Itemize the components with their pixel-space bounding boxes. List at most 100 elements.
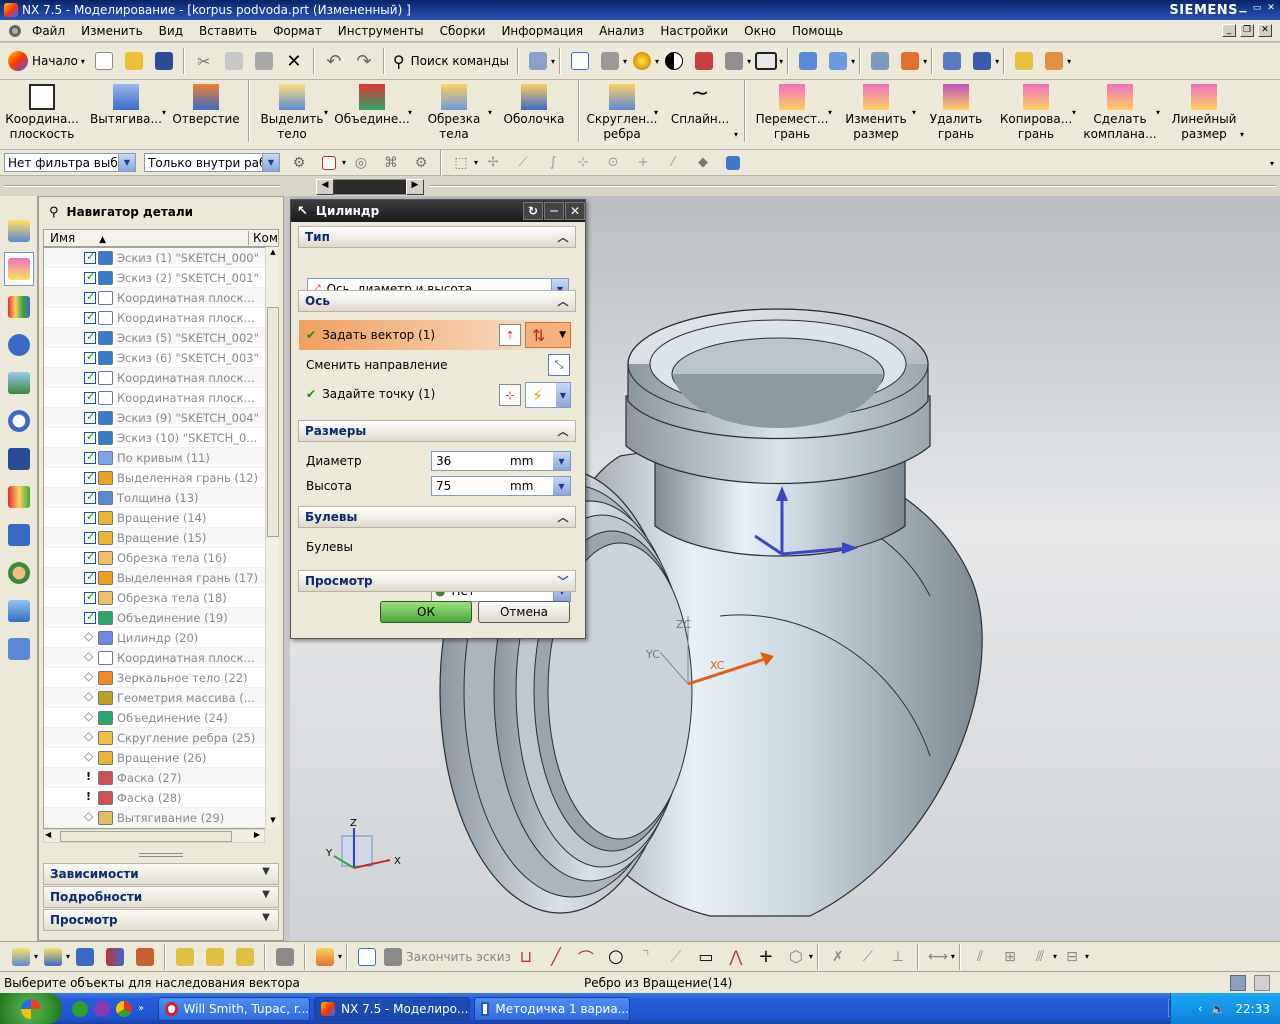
section-type[interactable]: Тип ︿ bbox=[298, 226, 576, 248]
fit-view-button[interactable] bbox=[567, 48, 593, 74]
scroll-right-button[interactable]: ▶ bbox=[406, 179, 424, 195]
tree-item[interactable]: Эскиз (9) "SKETCH_004" bbox=[44, 408, 278, 428]
tree-item[interactable]: Фаска (27) bbox=[44, 768, 278, 788]
menu-window[interactable]: Окно bbox=[736, 24, 784, 38]
snap-center-button[interactable]: ⊙ bbox=[600, 150, 626, 176]
make-corner-button[interactable]: ⊥ bbox=[885, 944, 911, 970]
make-coplanar-button[interactable]: Сделать комплана... ▾ bbox=[1078, 80, 1162, 146]
datum-plane-button[interactable]: Координа... плоскость bbox=[0, 80, 84, 146]
menu-preferences[interactable]: Настройки bbox=[652, 24, 736, 38]
quicklaunch-chrome-icon[interactable] bbox=[116, 1000, 132, 1017]
point-dialog-button[interactable]: ⊹ bbox=[499, 384, 521, 406]
delete-face-button[interactable]: Удалить грань bbox=[918, 80, 994, 146]
suppressed-state-icon[interactable] bbox=[84, 770, 96, 784]
visibility-checkbox[interactable] bbox=[84, 470, 96, 484]
tree-item[interactable]: Геометрия массива (... bbox=[44, 688, 278, 708]
tree-horizontal-scrollbar[interactable]: ◀ ▶ bbox=[43, 829, 265, 843]
column-comment[interactable]: Ком bbox=[249, 231, 278, 245]
collapse-icon[interactable]: ─ bbox=[544, 202, 564, 220]
status-info-icon[interactable] bbox=[1254, 975, 1270, 991]
tree-item[interactable]: Выделенная грань (12) bbox=[44, 468, 278, 488]
top-neck[interactable] bbox=[625, 308, 931, 557]
offset-button[interactable]: ⬡ bbox=[783, 944, 809, 970]
orient-view-button[interactable] bbox=[597, 48, 623, 74]
toolbar-overflow-icon[interactable]: ▾ bbox=[1270, 159, 1274, 168]
menu-help[interactable]: Помощь bbox=[784, 24, 851, 38]
visibility-checkbox[interactable] bbox=[84, 270, 96, 284]
wave-button[interactable] bbox=[72, 944, 98, 970]
height-field[interactable]: 75 mm ▼ bbox=[431, 476, 571, 496]
tree-item[interactable]: Фаска (28) bbox=[44, 788, 278, 808]
arc-button[interactable]: ⌒ bbox=[573, 944, 599, 970]
redo-button[interactable]: ↷ bbox=[351, 48, 377, 74]
tree-item[interactable]: Координатная плоск... bbox=[44, 368, 278, 388]
tree-item[interactable]: Эскиз (10) "SKETCH_0... bbox=[44, 428, 278, 448]
volume-icon[interactable]: 🔈 bbox=[1210, 1002, 1225, 1016]
section-preview-dlg[interactable]: Просмотр ﹀ bbox=[298, 570, 576, 592]
line-button[interactable]: ╱ bbox=[543, 944, 569, 970]
render-style-button[interactable] bbox=[629, 48, 655, 74]
menu-assemblies[interactable]: Сборки bbox=[432, 24, 494, 38]
linear-dim-button[interactable]: Линейный размер ▾ bbox=[1162, 80, 1246, 146]
snap-point-button[interactable] bbox=[316, 150, 342, 176]
tree-item[interactable]: Цилиндр (20) bbox=[44, 628, 278, 648]
suppressed-state-icon[interactable] bbox=[84, 790, 96, 804]
hole-button[interactable]: Отверстие bbox=[168, 80, 244, 146]
trim-body-button[interactable]: Обрезка тела ▾ bbox=[414, 80, 494, 146]
copy-face-button[interactable]: Копирова... грань ▾ bbox=[994, 80, 1078, 146]
dialog-pin-icon[interactable]: ↖ bbox=[297, 204, 308, 219]
system-materials-tab[interactable] bbox=[4, 442, 34, 476]
rectangle-button[interactable]: ▭ bbox=[693, 944, 719, 970]
tree-item[interactable]: Эскиз (6) "SKETCH_003" bbox=[44, 348, 278, 368]
filter-settings-button[interactable]: ⚙ bbox=[286, 150, 312, 176]
visibility-checkbox[interactable] bbox=[84, 430, 96, 444]
splitter-grip[interactable] bbox=[139, 853, 183, 857]
snap-mid-button[interactable]: ⊹ bbox=[570, 150, 596, 176]
snap-curve-button[interactable]: ∫ bbox=[540, 150, 566, 176]
chevron-down-icon[interactable]: ▼ bbox=[553, 477, 570, 495]
visibility-checkbox[interactable] bbox=[84, 490, 96, 504]
spline-button[interactable]: ∼ Сплайн... ▾ bbox=[660, 80, 740, 146]
snap-end-button[interactable]: ✢ bbox=[480, 150, 506, 176]
undo-button[interactable]: ↶ bbox=[321, 48, 347, 74]
reset-icon[interactable]: ↻ bbox=[523, 202, 543, 220]
measure-button[interactable] bbox=[1011, 48, 1037, 74]
quicklaunch-more-icon[interactable]: » bbox=[138, 1003, 144, 1014]
scope-filter-combo[interactable]: Только внутри рабо ▼ bbox=[144, 153, 280, 172]
history-tab[interactable] bbox=[4, 404, 34, 438]
constraints-button[interactable] bbox=[172, 944, 198, 970]
new-file-button[interactable] bbox=[91, 48, 117, 74]
suppressed-state-icon[interactable] bbox=[84, 629, 96, 644]
start-menu-button[interactable]: Начало ▾ bbox=[4, 47, 89, 75]
suppressed-state-icon[interactable] bbox=[84, 669, 96, 684]
section-axis[interactable]: Ось ︿ bbox=[298, 290, 576, 312]
reuse-library-tab[interactable] bbox=[4, 290, 34, 324]
palettes-tab[interactable] bbox=[4, 632, 34, 666]
copy-button[interactable] bbox=[221, 48, 247, 74]
point-button[interactable]: + bbox=[753, 944, 779, 970]
paste-button[interactable] bbox=[251, 48, 277, 74]
quicklaunch-torrent-icon[interactable] bbox=[72, 1000, 88, 1017]
start-button[interactable] bbox=[0, 993, 62, 1024]
cancel-button[interactable]: Отмена bbox=[478, 601, 570, 623]
clock[interactable]: 22:33 bbox=[1235, 1002, 1270, 1016]
select-info-button[interactable] bbox=[525, 48, 551, 74]
command-finder-button[interactable]: ⚲ Поиск команды bbox=[389, 47, 513, 75]
visibility-checkbox[interactable] bbox=[84, 390, 96, 404]
menu-view[interactable]: Вид bbox=[151, 24, 191, 38]
select-ring-button[interactable]: ◎ bbox=[348, 150, 374, 176]
visibility-checkbox[interactable] bbox=[84, 550, 96, 564]
explode-button[interactable] bbox=[272, 944, 298, 970]
tree-item[interactable]: Объединение (24) bbox=[44, 708, 278, 728]
section-preview[interactable]: Просмотр ▼ bbox=[43, 909, 279, 931]
select-chain-button[interactable]: ⌘ bbox=[378, 150, 404, 176]
snap-point-curve-button[interactable]: ⁄ bbox=[660, 150, 686, 176]
resize-button[interactable]: Изменить размер ▾ bbox=[834, 80, 918, 146]
components-button[interactable] bbox=[202, 944, 228, 970]
tree-item[interactable]: Координатная плоск... bbox=[44, 388, 278, 408]
tree-item[interactable]: Координатная плоск... bbox=[44, 308, 278, 328]
tree-item[interactable]: Координатная плоск... bbox=[44, 648, 278, 668]
rect-select-button[interactable]: ⬚ bbox=[448, 150, 474, 176]
wcs-button[interactable] bbox=[795, 48, 821, 74]
menu-analysis[interactable]: Анализ bbox=[591, 24, 652, 38]
